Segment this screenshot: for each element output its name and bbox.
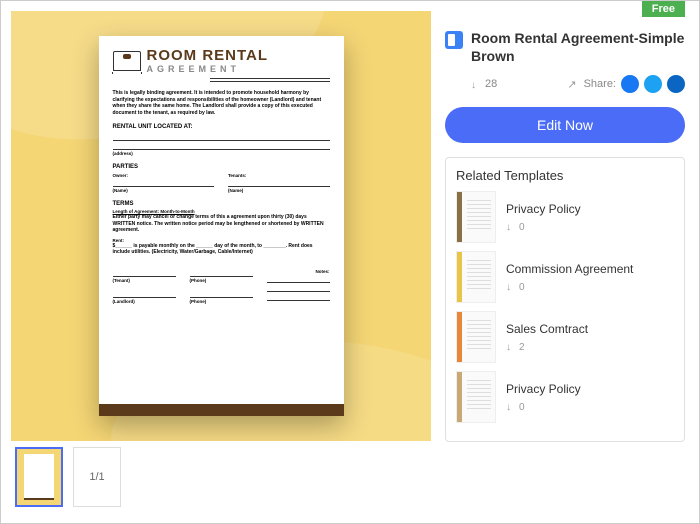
related-name: Privacy Policy xyxy=(506,202,581,216)
document-preview[interactable]: ROOM RENTAL AGREEMENT This is legally bi… xyxy=(11,11,431,441)
document-page: ROOM RENTAL AGREEMENT This is legally bi… xyxy=(99,36,344,416)
share-icon xyxy=(567,78,578,91)
download-icon xyxy=(506,222,516,232)
download-icon xyxy=(471,79,481,89)
app-container: ROOM RENTAL AGREEMENT This is legally bi… xyxy=(0,0,700,524)
doc-intro: This is legally binding agreement. It is… xyxy=(113,90,330,116)
related-thumb xyxy=(456,371,496,423)
linkedin-icon[interactable] xyxy=(667,75,685,93)
related-downloads: 0 xyxy=(506,222,581,233)
related-name: Sales Comtract xyxy=(506,322,588,336)
page-counter: 1/1 xyxy=(73,447,121,507)
related-downloads: 2 xyxy=(506,342,588,353)
bed-icon xyxy=(113,51,141,71)
template-title: Room Rental Agreement-Simple Brown xyxy=(471,29,685,65)
doc-heading-2: AGREEMENT xyxy=(147,64,269,74)
related-item[interactable]: Sales Comtract 2 xyxy=(456,311,674,363)
share-group: Share: xyxy=(567,75,685,93)
twitter-icon[interactable] xyxy=(644,75,662,93)
free-badge: Free xyxy=(642,1,685,17)
edit-now-button[interactable]: Edit Now xyxy=(445,107,685,143)
page-thumbnail-1[interactable] xyxy=(15,447,63,507)
thumbnail-strip: 1/1 xyxy=(11,441,431,513)
app-icon xyxy=(445,31,463,49)
download-count: 28 xyxy=(471,78,497,90)
related-downloads: 0 xyxy=(506,282,633,293)
related-downloads: 0 xyxy=(506,402,581,413)
share-label: Share: xyxy=(584,78,616,90)
related-name: Privacy Policy xyxy=(506,382,581,396)
side-panel: Free Room Rental Agreement-Simple Brown … xyxy=(441,1,699,523)
facebook-icon[interactable] xyxy=(621,75,639,93)
related-thumb xyxy=(456,191,496,243)
download-icon xyxy=(506,342,516,352)
related-thumb xyxy=(456,251,496,303)
related-thumb xyxy=(456,311,496,363)
related-title: Related Templates xyxy=(456,168,674,183)
preview-pane: ROOM RENTAL AGREEMENT This is legally bi… xyxy=(1,1,441,523)
doc-rental-unit: RENTAL UNIT LOCATED AT: xyxy=(113,124,330,130)
related-item[interactable]: Privacy Policy 0 xyxy=(456,371,674,423)
download-icon xyxy=(506,402,516,412)
download-icon xyxy=(506,282,516,292)
doc-footer-bar xyxy=(99,404,344,416)
related-templates: Related Templates Privacy Policy 0 Commi… xyxy=(445,157,685,442)
related-item[interactable]: Commission Agreement 0 xyxy=(456,251,674,303)
doc-heading-1: ROOM RENTAL xyxy=(147,48,269,63)
related-item[interactable]: Privacy Policy 0 xyxy=(456,191,674,243)
related-name: Commission Agreement xyxy=(506,262,633,276)
